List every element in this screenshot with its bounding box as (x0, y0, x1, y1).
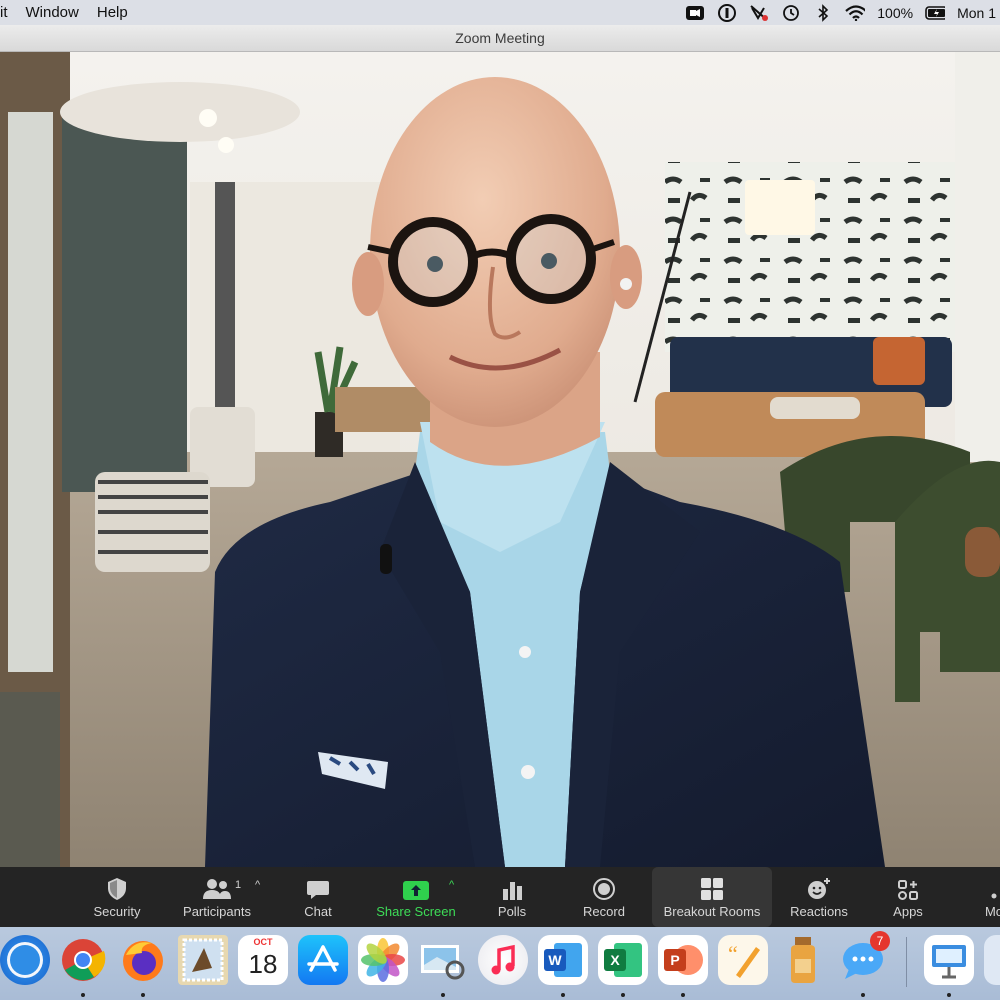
word-app[interactable]: W (538, 935, 588, 985)
bluetooth-icon[interactable] (813, 3, 833, 22)
participants-icon (203, 879, 231, 899)
wifi-icon[interactable] (845, 4, 866, 22)
menu-help[interactable]: Help (88, 0, 137, 25)
participant-count: 1 (235, 879, 242, 891)
powerpoint-icon: P (664, 945, 703, 975)
app-store-app[interactable] (298, 935, 348, 985)
security-label: Security (93, 904, 141, 919)
chrome-icon (62, 939, 106, 981)
reactions-label: Reactions (790, 904, 848, 919)
menubar-clock[interactable]: Mon 1 (957, 5, 996, 21)
zoom-status-icon[interactable] (685, 4, 705, 22)
jar-app[interactable] (778, 935, 828, 985)
photos-app[interactable] (358, 935, 408, 985)
menu-edit[interactable]: it (0, 0, 17, 25)
mail-app[interactable] (178, 935, 228, 985)
participants-caret-icon[interactable]: ^ (255, 879, 260, 891)
chat-button[interactable]: Chat (288, 867, 348, 927)
mail-stamp-icon (182, 938, 224, 982)
music-note-icon (491, 944, 515, 975)
apps-button[interactable]: Apps (880, 867, 936, 927)
menu-window[interactable]: Window (17, 0, 88, 25)
polls-icon (503, 882, 522, 900)
chat-label: Chat (304, 904, 332, 919)
excel-app[interactable]: X (598, 935, 648, 985)
muted-app-icon[interactable] (749, 4, 769, 22)
music-app[interactable] (478, 935, 528, 985)
keynote-icon (932, 945, 966, 979)
keynote-app[interactable] (924, 935, 974, 985)
more-label: Mo (984, 904, 1000, 919)
chrome-running-dot (81, 993, 85, 997)
svg-text:“: “ (728, 941, 738, 966)
battery-icon[interactable] (925, 4, 946, 22)
breakout-rooms-icon (701, 878, 723, 900)
share-screen-button[interactable]: Share Screen (370, 867, 462, 927)
breakout-rooms-label: Breakout Rooms (663, 904, 761, 919)
svg-text:X: X (610, 952, 620, 968)
svg-text:P: P (670, 952, 679, 968)
shield-icon (108, 878, 126, 900)
safari-app[interactable] (0, 935, 50, 985)
breakout-rooms-button[interactable]: Breakout Rooms (652, 867, 772, 927)
calendar-day: 18 (248, 949, 278, 979)
excel-icon: X (604, 943, 642, 977)
powerpoint-running-dot (681, 993, 685, 997)
battery-percent: 100% (877, 4, 914, 21)
more-button[interactable]: Mo (974, 867, 1000, 927)
pages-app[interactable]: “ (718, 935, 768, 985)
finder-app[interactable] (984, 935, 1000, 985)
record-icon (593, 878, 615, 900)
jar-icon (791, 937, 815, 983)
chrome-app[interactable] (58, 935, 108, 985)
word-icon: W (544, 943, 582, 977)
calendar-month: OCT (253, 937, 273, 947)
share-screen-label: Share Screen (376, 904, 456, 919)
video-feed[interactable] (0, 52, 1000, 867)
pages-icon: “ (728, 941, 760, 978)
share-screen-caret-icon[interactable]: ^ (449, 879, 454, 891)
app-store-icon (307, 945, 339, 972)
messages-badge: 7 (870, 931, 890, 951)
security-button[interactable]: Security (84, 867, 150, 927)
firefox-icon (123, 941, 163, 981)
preview-app[interactable] (418, 935, 468, 985)
participants-button[interactable]: Participants (172, 867, 262, 927)
window-title-bar: Zoom Meeting (0, 25, 1000, 52)
record-button[interactable]: Record (572, 867, 636, 927)
apps-icon (898, 880, 918, 900)
more-icon (991, 893, 997, 899)
status-area: 100% Mon 1 (685, 0, 1000, 25)
reactions-icon (808, 878, 830, 899)
chat-icon (307, 881, 329, 899)
meeting-toolbar: Security Participants 1 ^ Chat Share Scr… (0, 867, 1000, 927)
menu-bar: it Window Help 100% Mon 1 (0, 0, 1000, 25)
onepassword-icon[interactable] (717, 3, 737, 22)
powerpoint-app[interactable]: P (658, 935, 708, 985)
participant-video-image (0, 52, 1000, 867)
polls-label: Polls (497, 904, 527, 919)
keynote-running-dot (947, 993, 951, 997)
participants-label: Participants (183, 904, 251, 919)
svg-text:W: W (548, 952, 562, 968)
polls-button[interactable]: Polls (482, 867, 542, 927)
excel-running-dot (621, 993, 625, 997)
firefox-app[interactable] (118, 935, 168, 985)
word-running-dot (561, 993, 565, 997)
photos-icon (361, 938, 405, 982)
safari-icon (7, 942, 43, 978)
preview-icon (421, 945, 465, 980)
apps-label: Apps (893, 904, 923, 919)
calendar-app[interactable]: OCT 18 (238, 935, 288, 985)
share-screen-icon (403, 881, 429, 900)
dock: OCT 18 W X P “ 7 (0, 927, 1000, 1000)
preview-running-dot (441, 993, 445, 997)
messages-running-dot (861, 993, 865, 997)
window-title: Zoom Meeting (455, 30, 545, 46)
reactions-button[interactable]: Reactions (784, 867, 854, 927)
record-label: Record (583, 904, 625, 919)
firefox-running-dot (141, 993, 145, 997)
time-machine-icon[interactable] (781, 4, 801, 22)
dock-separator (906, 937, 907, 987)
